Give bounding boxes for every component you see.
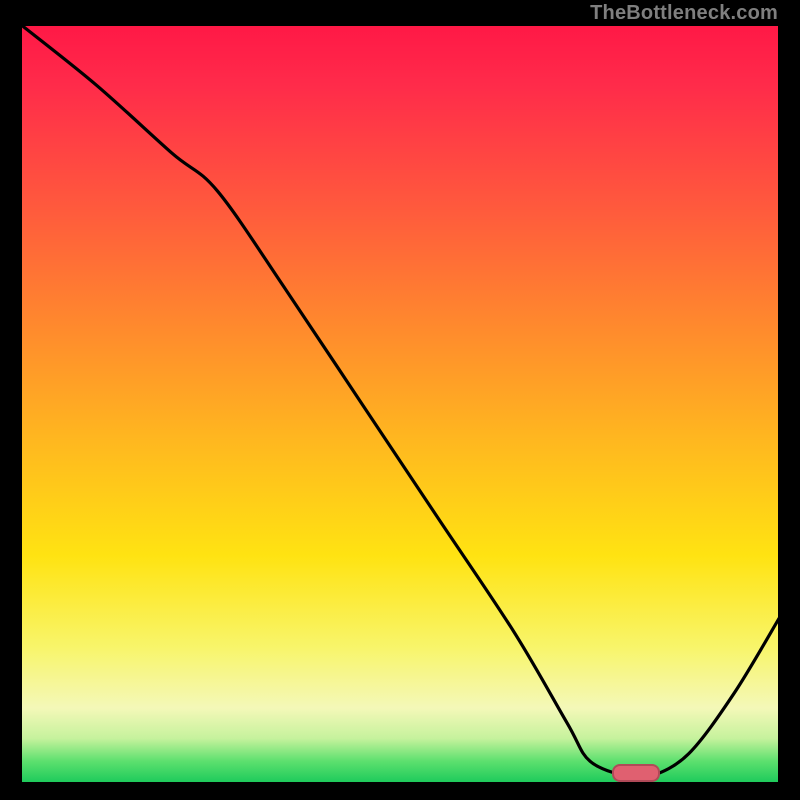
attribution-text: TheBottleneck.com <box>590 2 778 25</box>
optimal-point-marker <box>612 764 660 782</box>
bottleneck-curve-svg <box>20 24 780 784</box>
chart-frame <box>20 24 780 784</box>
bottleneck-curve-path <box>20 24 780 779</box>
